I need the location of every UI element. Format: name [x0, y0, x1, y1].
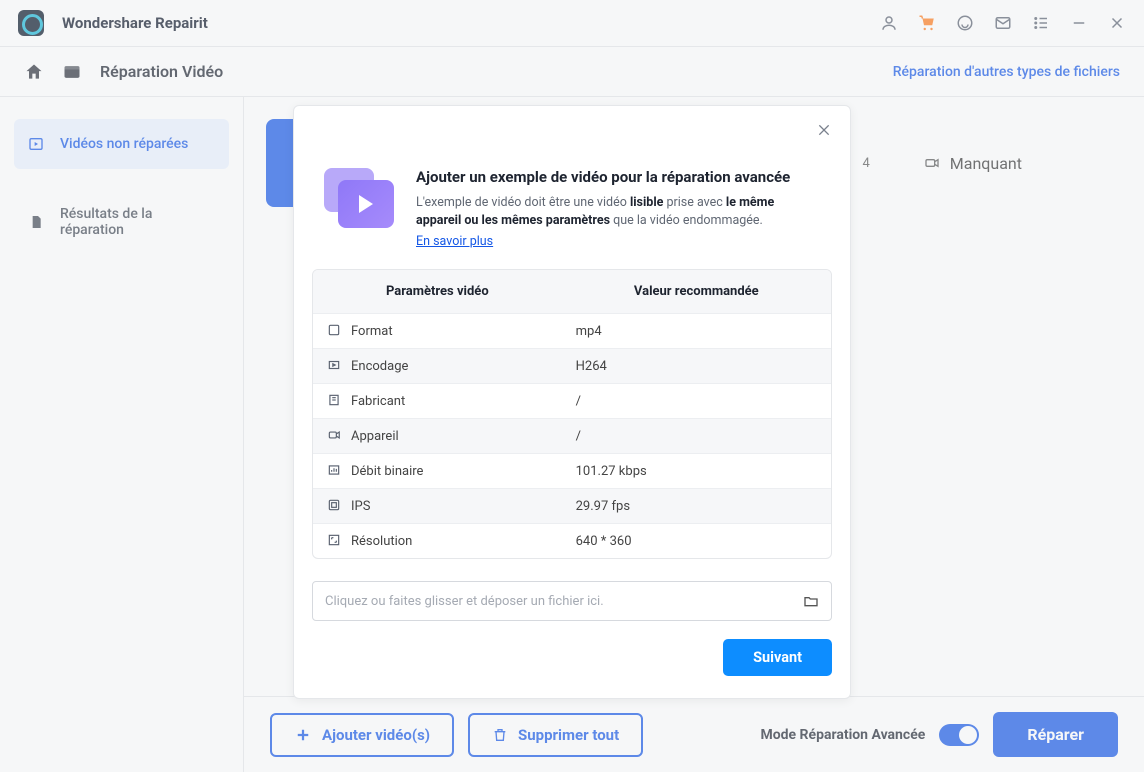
resolution-icon — [327, 533, 341, 547]
sample-video-icon — [324, 168, 394, 226]
learn-more-link[interactable]: En savoir plus — [416, 234, 493, 249]
encoding-icon — [327, 358, 341, 372]
advanced-repair-modal: Ajouter un exemple de vidéo pour la répa… — [293, 105, 851, 699]
table-row: IPS29.97 fps — [313, 489, 831, 524]
col-param: Paramètres vidéo — [313, 270, 562, 314]
modal-title: Ajouter un exemple de vidéo pour la répa… — [416, 168, 820, 186]
modal-desc: L'exemple de vidéo doit être une vidéo l… — [416, 194, 820, 230]
device-icon — [327, 428, 341, 442]
format-icon — [327, 323, 341, 337]
file-dropzone[interactable]: Cliquez ou faites glisser et déposer un … — [312, 581, 832, 621]
modal-overlay: Ajouter un exemple de vidéo pour la répa… — [0, 0, 1144, 772]
col-value: Valeur recommandée — [562, 270, 831, 314]
dropzone-placeholder: Cliquez ou faites glisser et déposer un … — [325, 594, 803, 609]
manufacturer-icon — [327, 393, 341, 407]
bitrate-icon — [327, 463, 341, 477]
next-label: Suivant — [753, 649, 802, 666]
folder-icon — [803, 593, 819, 609]
params-table: Paramètres vidéo Valeur recommandée Form… — [312, 269, 832, 559]
table-row: Fabricant/ — [313, 384, 831, 419]
close-icon[interactable] — [816, 122, 832, 138]
table-row: Résolution640 * 360 — [313, 524, 831, 559]
table-row: Formatmp4 — [313, 314, 831, 349]
table-row: EncodageH264 — [313, 349, 831, 384]
next-button[interactable]: Suivant — [723, 639, 832, 676]
table-row: Appareil/ — [313, 419, 831, 454]
table-row: Débit binaire101.27 kbps — [313, 454, 831, 489]
fps-icon — [327, 498, 341, 512]
